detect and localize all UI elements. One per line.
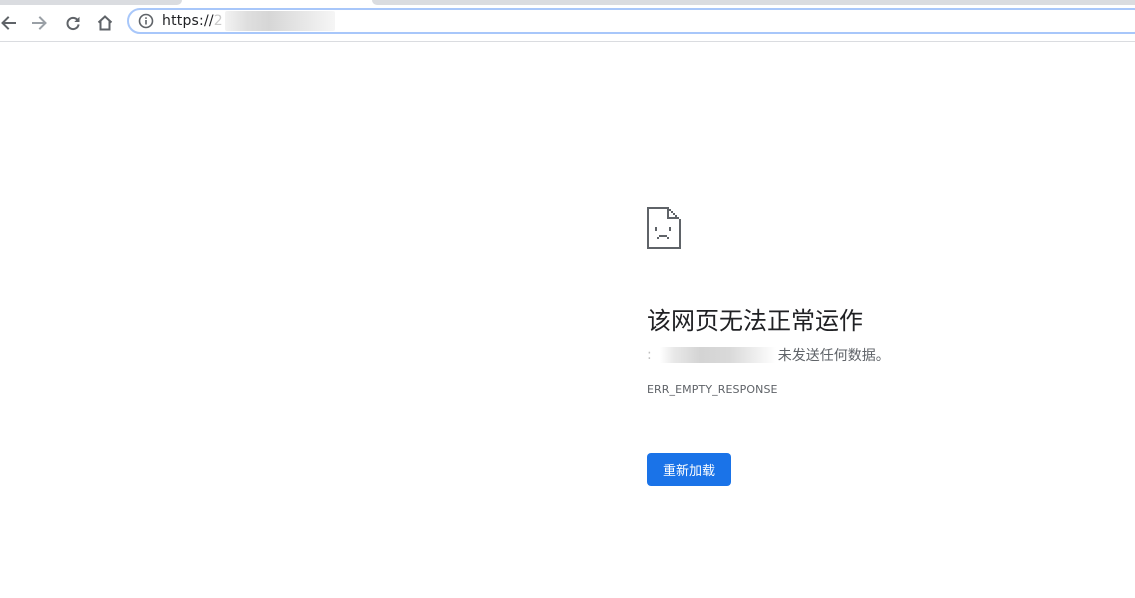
reload-nav-button[interactable] bbox=[62, 12, 84, 34]
browser-chrome: https://2 bbox=[0, 0, 1135, 42]
toolbar-divider bbox=[0, 41, 1135, 42]
reload-button[interactable]: 重新加载 bbox=[647, 453, 731, 486]
error-title: 该网页无法正常运作 bbox=[647, 307, 863, 335]
error-description: : 未发送任何数据。 bbox=[647, 345, 890, 365]
home-button[interactable] bbox=[94, 12, 116, 34]
info-icon[interactable] bbox=[138, 13, 154, 29]
reload-icon bbox=[66, 16, 80, 31]
host-redacted bbox=[659, 347, 776, 363]
error-code: ERR_EMPTY_RESPONSE bbox=[647, 383, 778, 396]
forward-button[interactable] bbox=[29, 12, 51, 34]
back-arrow-icon bbox=[1, 16, 16, 30]
sad-document-icon bbox=[647, 207, 681, 249]
forward-arrow-icon bbox=[32, 16, 47, 30]
url-prefix: https:// bbox=[162, 13, 214, 29]
url-hidden-char: 2 bbox=[213, 13, 223, 29]
home-icon bbox=[97, 15, 113, 31]
address-bar[interactable]: https://2 bbox=[127, 8, 1135, 34]
desc-prefix: : bbox=[647, 347, 652, 363]
back-button[interactable] bbox=[0, 12, 19, 34]
desc-suffix: 未发送任何数据。 bbox=[777, 348, 890, 364]
browser-toolbar: https://2 bbox=[0, 5, 1135, 41]
url-redacted bbox=[224, 11, 335, 31]
url-text[interactable]: https://2 bbox=[162, 11, 335, 31]
